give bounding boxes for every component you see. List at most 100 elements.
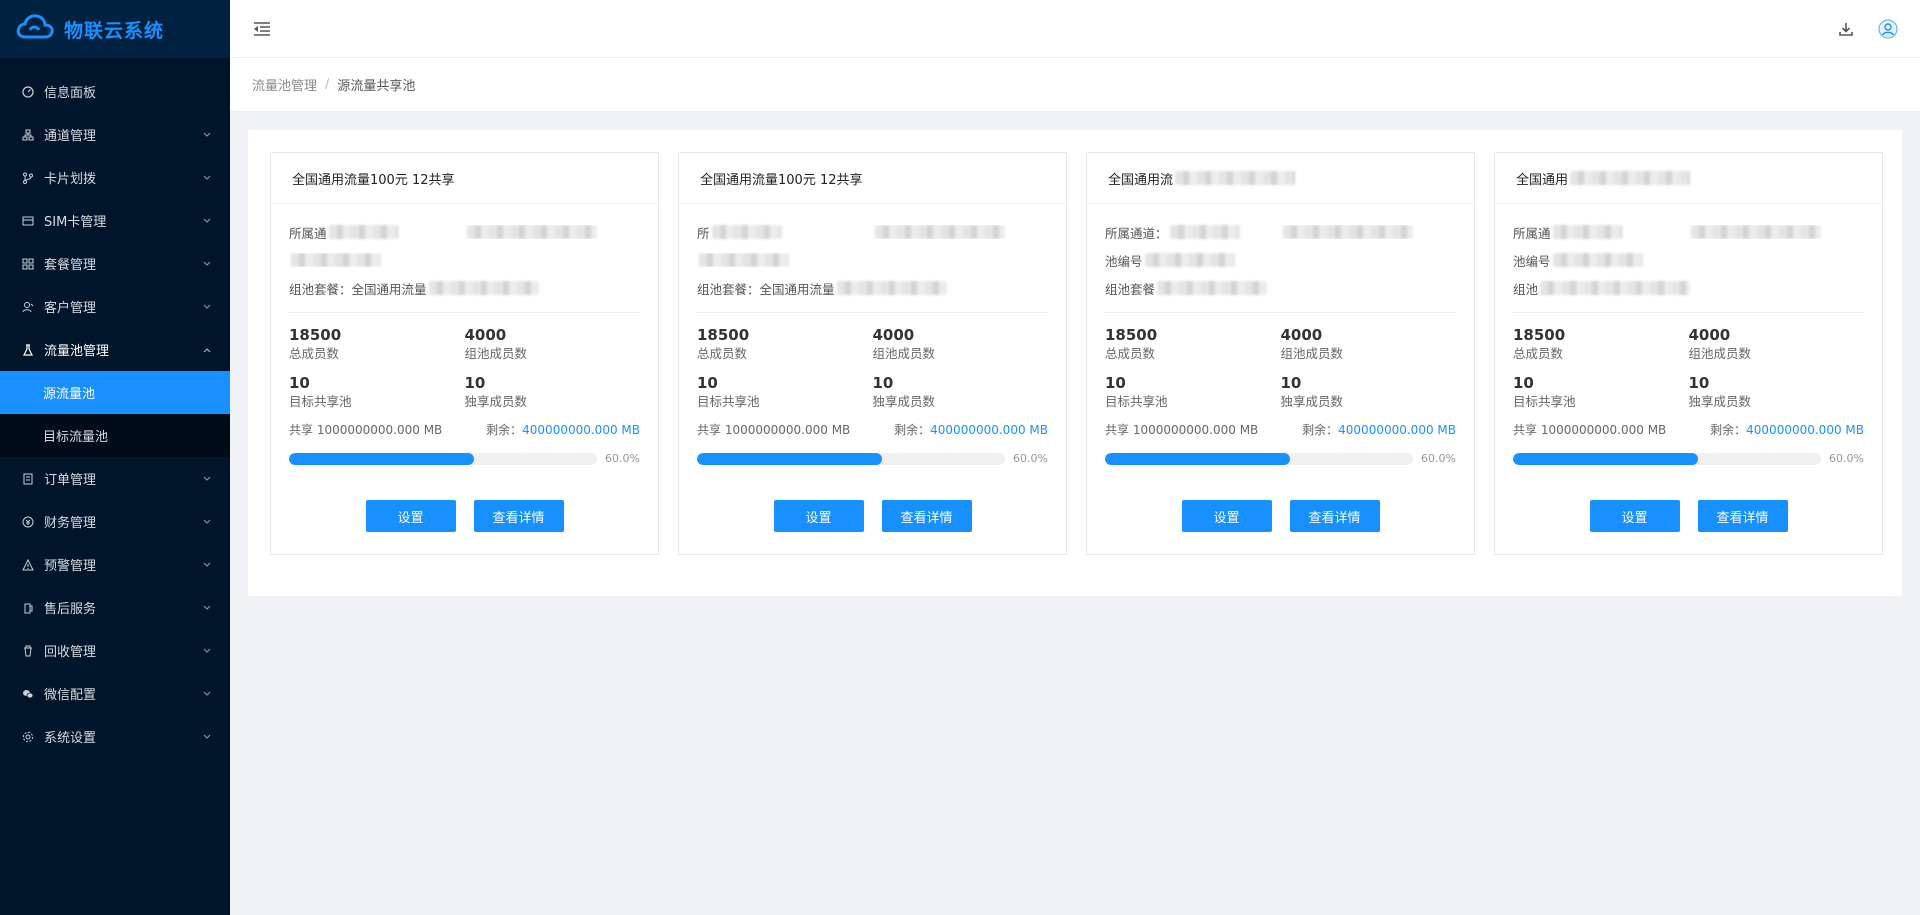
sidebar-item-label: 财务管理 bbox=[44, 516, 97, 531]
stat-value: 4000 bbox=[1280, 326, 1323, 344]
package-label: 组池套餐：全国通用流量 bbox=[289, 281, 427, 297]
remaining: 剩余：400000000.000 MB bbox=[894, 421, 1048, 438]
sidebar-item-label: SIM卡管理 bbox=[44, 215, 107, 230]
share-total: 共享 1000000000.000 MB bbox=[697, 423, 851, 437]
stat-item: 4000 组池成员数 bbox=[1281, 325, 1457, 363]
share-total: 共享 1000000000.000 MB bbox=[1513, 423, 1667, 437]
sidebar-item-4[interactable]: 套餐管理 bbox=[0, 242, 230, 285]
stat-item: 4000 组池成员数 bbox=[465, 325, 641, 363]
main-content: 全国通用流量100元 12共享 所属通 组池套餐：全国通用流量 18500 总成员数 40… bbox=[248, 130, 1902, 596]
card-actions: 设置 查看详情 bbox=[1105, 500, 1456, 532]
finance-icon bbox=[21, 515, 35, 529]
stat-item: 10 独享成员数 bbox=[1689, 373, 1865, 411]
info-row-pool bbox=[289, 246, 640, 274]
remaining-label: 剩余： bbox=[1302, 423, 1339, 437]
stat-row-members: 18500 总成员数 4000 组池成员数 bbox=[1105, 325, 1456, 363]
sidebar-subitem-1[interactable]: 目标流量池 bbox=[0, 414, 230, 457]
sidebar-item-6[interactable]: 流量池管理 bbox=[0, 328, 230, 371]
stat-value: 10 bbox=[289, 374, 310, 392]
stat-label: 目标共享池 bbox=[289, 394, 352, 409]
stat-item: 10 目标共享池 bbox=[697, 373, 873, 411]
sidebar-item-after-4[interactable]: 回收管理 bbox=[0, 629, 230, 672]
sidebar-item-0[interactable]: 信息面板 bbox=[0, 70, 230, 113]
stat-value: 4000 bbox=[464, 326, 507, 344]
stat-label: 总成员数 bbox=[1513, 346, 1564, 361]
sidebar-item-after-3[interactable]: 售后服务 bbox=[0, 586, 230, 629]
remaining-value: 400000000.000 MB bbox=[930, 423, 1048, 437]
chevron-down-icon bbox=[202, 173, 212, 183]
redacted-text bbox=[466, 225, 597, 239]
card-title-text: 全国通用流 bbox=[1108, 172, 1174, 188]
redacted-text bbox=[711, 225, 782, 239]
info-row-channel: 所属通道： bbox=[1105, 218, 1456, 246]
view-details-button[interactable]: 查看详情 bbox=[1289, 500, 1380, 532]
pool-field: 池编号 bbox=[1513, 251, 1693, 270]
breadcrumb-parent[interactable]: 流量池管理 bbox=[252, 75, 317, 94]
pool-card: 全国通用流 所属通道： 池编号 组池套餐 18500 总成员数 4000 组池成员数 10 目标共… bbox=[1086, 152, 1475, 555]
sidebar-item-1[interactable]: 通道管理 bbox=[0, 113, 230, 156]
progress-percent: 60.0% bbox=[605, 452, 640, 465]
info-row-pool bbox=[697, 246, 1048, 274]
stat-label: 目标共享池 bbox=[697, 394, 760, 409]
card-title: 全国通用流 bbox=[1087, 153, 1474, 204]
sidebar-item-label: 通道管理 bbox=[44, 129, 97, 144]
sidebar-subitem-0[interactable]: 源流量池 bbox=[0, 371, 230, 414]
sidebar-item-after-1[interactable]: 财务管理 bbox=[0, 500, 230, 543]
sidebar-item-after-6[interactable]: 系统设置 bbox=[0, 715, 230, 758]
progress-bar bbox=[1513, 452, 1822, 465]
wechat-icon bbox=[21, 687, 35, 701]
stat-value: 18500 bbox=[697, 326, 750, 344]
chevron-up-icon bbox=[202, 345, 212, 355]
menu-fold-icon[interactable] bbox=[252, 19, 272, 39]
info-row-package: 组池 bbox=[1513, 274, 1864, 302]
settings-button[interactable]: 设置 bbox=[1181, 500, 1272, 532]
stat-value: 10 bbox=[464, 374, 486, 392]
info-row-channel: 所 bbox=[697, 218, 1048, 246]
remaining-value: 400000000.000 MB bbox=[1338, 423, 1456, 437]
network-icon bbox=[21, 128, 35, 142]
redacted-text bbox=[1169, 225, 1240, 239]
info-row-package: 组池套餐：全国通用流量 bbox=[697, 274, 1048, 302]
pool-label: 池编号 bbox=[1105, 253, 1143, 269]
chevron-down-icon bbox=[202, 130, 212, 140]
settings-button[interactable]: 设置 bbox=[773, 500, 864, 532]
warning-icon bbox=[21, 558, 35, 572]
chevron-down-icon bbox=[202, 689, 212, 699]
channel-label: 所 bbox=[697, 225, 710, 241]
sidebar-item-after-2[interactable]: 预警管理 bbox=[0, 543, 230, 586]
stat-label: 组池成员数 bbox=[1688, 346, 1752, 361]
logo[interactable]: 物联云系统 bbox=[0, 0, 230, 58]
progress-fill bbox=[697, 452, 882, 465]
settings-button[interactable]: 设置 bbox=[1589, 500, 1680, 532]
stat-item: 18500 总成员数 bbox=[697, 325, 873, 363]
redacted-text bbox=[328, 225, 399, 239]
sidebar-item-5[interactable]: 客户管理 bbox=[0, 285, 230, 328]
progress-fill bbox=[1105, 452, 1290, 465]
stat-value: 4000 bbox=[872, 326, 915, 344]
sidebar-item-label: 售后服务 bbox=[44, 602, 97, 617]
redacted-text bbox=[874, 225, 1005, 239]
progress-row: 60.0% bbox=[289, 452, 640, 465]
package-label: 组池 bbox=[1513, 281, 1539, 297]
sidebar-item-after-0[interactable]: 订单管理 bbox=[0, 457, 230, 500]
view-details-button[interactable]: 查看详情 bbox=[1697, 500, 1788, 532]
view-details-button[interactable]: 查看详情 bbox=[473, 500, 564, 532]
stat-item: 18500 总成员数 bbox=[1105, 325, 1281, 363]
download-icon[interactable] bbox=[1836, 19, 1856, 39]
stat-value: 18500 bbox=[1513, 326, 1566, 344]
pool-field bbox=[697, 253, 877, 267]
channel-field: 所属通 bbox=[289, 223, 465, 242]
user-avatar-icon[interactable] bbox=[1878, 18, 1898, 39]
user-icon bbox=[21, 300, 35, 314]
sidebar-item-3[interactable]: SIM卡管理 bbox=[0, 199, 230, 242]
view-details-button[interactable]: 查看详情 bbox=[881, 500, 972, 532]
package-label: 组池套餐：全国通用流量 bbox=[697, 281, 835, 297]
card-body: 所属通 组池套餐：全国通用流量 18500 总成员数 4000 组池成员数 10 目标共享池 1… bbox=[271, 204, 658, 532]
settings-button[interactable]: 设置 bbox=[365, 500, 456, 532]
sidebar-item-after-5[interactable]: 微信配置 bbox=[0, 672, 230, 715]
pool-card: 全国通用流量100元 12共享 所属通 组池套餐：全国通用流量 18500 总成员数 40… bbox=[270, 152, 659, 555]
sidebar-item-2[interactable]: 卡片划拨 bbox=[0, 156, 230, 199]
redacted-text bbox=[1552, 225, 1623, 239]
sidebar: 物联云系统 信息面板通道管理卡片划拨 SIM卡管理套餐管理 客户管理 流量池管理 源流量… bbox=[0, 0, 230, 915]
stat-label: 组池成员数 bbox=[464, 346, 528, 361]
